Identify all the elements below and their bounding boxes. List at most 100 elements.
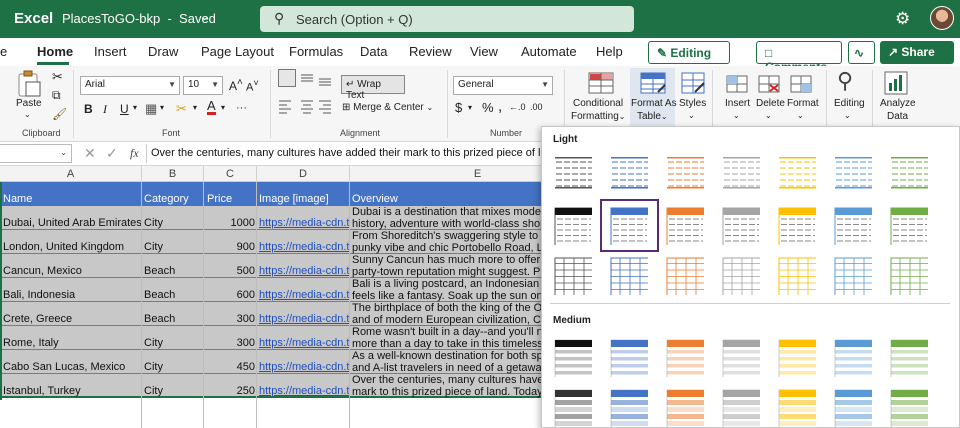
share-button[interactable]: ↗ Share ⌄ bbox=[880, 41, 954, 73]
comments-button[interactable]: □ Comments bbox=[756, 41, 842, 74]
format-as-table-label-2[interactable]: Table⌄ bbox=[637, 111, 668, 122]
column-header-d[interactable]: D bbox=[257, 166, 350, 182]
table-style-swatch[interactable] bbox=[666, 339, 704, 377]
tab-data[interactable]: Data bbox=[360, 44, 387, 59]
table-style-swatch[interactable] bbox=[890, 257, 928, 295]
table-style-swatch[interactable] bbox=[666, 257, 704, 295]
chevron-down-icon[interactable]: ▾ bbox=[160, 103, 164, 112]
cell-name[interactable]: Crete, Greece bbox=[3, 313, 141, 325]
chevron-down-icon[interactable]: ▾ bbox=[133, 103, 137, 112]
insert-cells-icon[interactable] bbox=[726, 72, 748, 94]
find-icon[interactable]: ⚲ bbox=[837, 68, 853, 94]
cell-category[interactable]: City bbox=[144, 361, 163, 373]
tab-page-layout[interactable]: Page Layout bbox=[201, 44, 274, 59]
cell-price[interactable]: 450 bbox=[205, 361, 255, 373]
insert-label[interactable]: Insert bbox=[725, 98, 750, 109]
table-style-swatch[interactable] bbox=[610, 339, 648, 377]
table-row[interactable]: London, United Kingdom City 900 https://… bbox=[0, 230, 548, 254]
table-style-swatch[interactable] bbox=[890, 339, 928, 377]
table-row[interactable]: Bali, Indonesia Beach 600 https://media-… bbox=[0, 278, 548, 302]
percent-icon[interactable]: % bbox=[482, 100, 494, 115]
conditional-formatting-icon[interactable] bbox=[588, 72, 614, 94]
table-row[interactable]: Istanbul, Turkey City 250 https://media-… bbox=[0, 374, 548, 398]
cell-overview-2[interactable]: and of modern European civilization, Cre bbox=[352, 314, 548, 326]
chevron-down-icon[interactable]: ⌄ bbox=[24, 110, 31, 119]
cell-name[interactable]: Dubai, United Arab Emirates bbox=[3, 217, 141, 229]
table-style-swatch[interactable] bbox=[890, 207, 928, 245]
cell-category[interactable]: Beach bbox=[144, 265, 175, 277]
format-cells-icon[interactable] bbox=[790, 72, 812, 94]
cell-category[interactable]: Beach bbox=[144, 289, 175, 301]
chevron-down-icon[interactable]: ⌄ bbox=[765, 111, 772, 120]
cell-category[interactable]: City bbox=[144, 217, 163, 229]
cell-image-link[interactable]: https://media-cdn.t bbox=[259, 337, 349, 349]
cell-overview[interactable]: Over the centuries, many cultures have a bbox=[352, 374, 548, 386]
underline-icon[interactable]: U bbox=[120, 102, 129, 116]
cut-icon[interactable]: ✂ bbox=[52, 69, 63, 85]
conditional-formatting-label[interactable]: Conditional bbox=[573, 98, 623, 109]
cell-overview-2[interactable]: more than a day to take in this timeless… bbox=[352, 338, 548, 350]
cell-overview-2[interactable]: feels like a fantasy. Soak up the sun on… bbox=[352, 290, 548, 302]
chevron-down-icon[interactable]: ⌄ bbox=[200, 10, 209, 23]
table-style-swatch[interactable] bbox=[834, 339, 872, 377]
cancel-icon[interactable]: ✕ bbox=[84, 145, 96, 162]
conditional-formatting-label-2[interactable]: Formatting⌄ bbox=[571, 111, 626, 122]
wrap-text-button[interactable]: ↵ Wrap Text bbox=[341, 75, 405, 101]
align-left-icon[interactable] bbox=[278, 98, 292, 117]
cell-name[interactable]: Istanbul, Turkey bbox=[3, 385, 141, 397]
cell-image-link[interactable]: https://media-cdn.t bbox=[259, 361, 349, 373]
table-style-swatch[interactable] bbox=[834, 389, 872, 427]
header-name[interactable]: Name bbox=[3, 193, 32, 205]
analyze-data-icon[interactable] bbox=[884, 71, 908, 95]
table-style-swatch[interactable] bbox=[890, 389, 928, 427]
bottom-align-icon[interactable] bbox=[318, 69, 332, 87]
chevron-down-icon[interactable]: ⌄ bbox=[797, 111, 804, 120]
header-overview[interactable]: Overview bbox=[352, 193, 398, 205]
table-style-swatch[interactable] bbox=[778, 207, 816, 245]
delete-label[interactable]: Delete bbox=[756, 98, 785, 109]
table-style-gallery[interactable]: Light Medium bbox=[541, 126, 960, 428]
cell-overview[interactable]: As a well-known destination for both spr… bbox=[352, 350, 548, 362]
cell-overview-2[interactable]: history, adventure with world-class shop… bbox=[352, 218, 548, 230]
cell-overview-2[interactable]: mark to this prized piece of land. Today… bbox=[352, 386, 548, 398]
tab-insert[interactable]: Insert bbox=[94, 44, 127, 59]
table-style-swatch[interactable] bbox=[834, 153, 872, 191]
cell-overview-2[interactable]: punky vibe and chic Portobello Road, Lo bbox=[352, 242, 548, 254]
chevron-down-icon[interactable]: ▾ bbox=[193, 103, 197, 112]
cell-price[interactable]: 300 bbox=[205, 337, 255, 349]
increase-decimal-icon[interactable]: ←.0 bbox=[509, 102, 526, 112]
cell-styles-icon[interactable] bbox=[681, 72, 705, 94]
fill-color-icon[interactable]: ✂ bbox=[176, 101, 187, 117]
header-price[interactable]: Price bbox=[207, 193, 232, 205]
table-header-row[interactable]: Name Category Price Image [image] Overvi… bbox=[0, 182, 548, 206]
merge-center-button[interactable]: ⊞ Merge & Center ⌄ bbox=[342, 102, 433, 113]
cell-overview[interactable]: From Shoreditch's swaggering style to C bbox=[352, 230, 548, 242]
avatar[interactable] bbox=[930, 6, 954, 30]
table-style-swatch[interactable] bbox=[666, 153, 704, 191]
cell-category[interactable]: Beach bbox=[144, 313, 175, 325]
cell-price[interactable]: 600 bbox=[205, 289, 255, 301]
tab-formulas[interactable]: Formulas bbox=[289, 44, 343, 59]
cell-category[interactable]: City bbox=[144, 337, 163, 349]
table-style-swatch[interactable] bbox=[722, 339, 760, 377]
table-style-swatch[interactable] bbox=[778, 389, 816, 427]
table-row[interactable]: Dubai, United Arab Emirates City 1000 ht… bbox=[0, 206, 548, 230]
editing-mode-button[interactable]: ✎ Editing ⌄ bbox=[648, 41, 730, 74]
format-as-table-icon[interactable] bbox=[640, 72, 666, 94]
cell-overview[interactable]: Sunny Cancun has much more to offer th bbox=[352, 254, 548, 266]
table-style-swatch[interactable] bbox=[722, 207, 760, 245]
chevron-down-icon[interactable]: ▾ bbox=[221, 103, 225, 112]
cell-name[interactable]: London, United Kingdom bbox=[3, 241, 141, 253]
cell-overview-2[interactable]: and A-list travelers in need of a getawa… bbox=[352, 362, 548, 374]
font-color-icon[interactable]: A bbox=[207, 99, 216, 115]
tab-help[interactable]: Help bbox=[596, 44, 623, 59]
document-title[interactable]: PlacesToGO-bkp - Saved bbox=[62, 11, 216, 26]
activity-button[interactable]: ∿ bbox=[848, 41, 875, 64]
cell-price[interactable]: 250 bbox=[205, 385, 255, 397]
table-style-swatch[interactable] bbox=[554, 257, 592, 295]
borders-icon[interactable]: ▦ bbox=[145, 101, 157, 117]
cell-image-link[interactable]: https://media-cdn.t bbox=[259, 217, 349, 229]
cell-name[interactable]: Rome, Italy bbox=[3, 337, 141, 349]
column-header-c[interactable]: C bbox=[204, 166, 257, 182]
tab-draw[interactable]: Draw bbox=[148, 44, 178, 59]
